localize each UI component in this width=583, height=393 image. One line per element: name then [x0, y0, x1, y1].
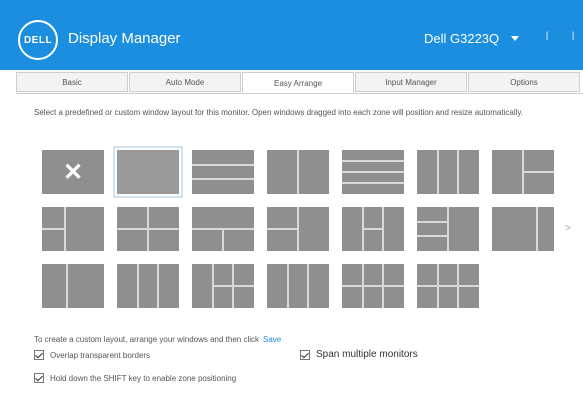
tab-input-manager[interactable]: Input Manager — [355, 72, 467, 92]
layout-rows-4[interactable] — [342, 150, 404, 194]
layout-mixed-b[interactable] — [417, 207, 479, 251]
app-title: Display Manager — [68, 30, 181, 47]
layout-wide-left[interactable] — [492, 207, 554, 251]
tab-basic[interactable]: Basic — [16, 72, 128, 92]
title-bar: DELL Display Manager Dell G3223Q ǀ ǀ — [0, 0, 583, 70]
tab-label: Options — [510, 77, 538, 87]
span-monitors-checkbox[interactable] — [300, 349, 310, 360]
layout-cols-3-b[interactable] — [117, 264, 179, 308]
close-icon: ✕ — [62, 158, 84, 186]
chevron-down-icon — [511, 36, 520, 41]
shift-zone-option[interactable]: Hold down the SHIFT key to enable zone p… — [34, 373, 236, 383]
monitor-name: Dell G3223Q — [424, 31, 500, 46]
save-link[interactable]: Save — [263, 335, 281, 344]
tab-auto-mode[interactable]: Auto Mode — [129, 72, 241, 92]
chevron-right-icon[interactable]: > — [565, 223, 571, 234]
layout-grid-4[interactable] — [267, 264, 329, 308]
span-monitors-option[interactable]: Span multiple monitors — [300, 349, 418, 360]
layout-grid-6[interactable] — [192, 264, 254, 308]
custom-layout-hint: To create a custom layout, arrange your … — [34, 335, 281, 344]
overlap-borders-option[interactable]: Overlap transparent borders — [34, 350, 150, 360]
layout-cols-3[interactable] — [417, 150, 479, 194]
tab-divider — [16, 93, 583, 94]
info-icon[interactable]: ǀ — [542, 30, 552, 42]
layout-cols-2-b[interactable] — [42, 264, 104, 308]
tab-label: Input Manager — [385, 77, 437, 87]
option-label: Overlap transparent borders — [50, 350, 151, 360]
overlap-borders-checkbox[interactable] — [34, 350, 44, 360]
monitor-dropdown[interactable]: Dell G3223Q — [424, 31, 520, 46]
dell-logo: DELL — [18, 20, 58, 60]
layout-grid-6b[interactable] — [417, 264, 479, 308]
logo-text: DELL — [23, 34, 53, 46]
instructions-text: Select a predefined or custom window lay… — [34, 108, 524, 117]
tab-options[interactable]: Options — [468, 72, 580, 92]
layout-none[interactable]: ✕ — [42, 150, 104, 194]
layout-full[interactable] — [113, 146, 183, 198]
layout-col-plus-rows[interactable] — [492, 150, 554, 194]
layout-mixed-a[interactable] — [342, 207, 404, 251]
shift-zone-checkbox[interactable] — [34, 373, 44, 383]
close-icon[interactable]: ǀ — [568, 30, 578, 42]
tab-label: Easy Arrange — [273, 78, 323, 88]
tab-label: Auto Mode — [165, 77, 205, 87]
tab-easy-arrange[interactable]: Easy Arrange — [242, 72, 354, 94]
hint-text: To create a custom layout, arrange your … — [34, 335, 260, 344]
layout-quad-left[interactable] — [42, 207, 104, 251]
tab-label: Basic — [62, 77, 82, 87]
layout-quad[interactable] — [117, 207, 179, 251]
layout-top-split-bottom[interactable] — [192, 207, 254, 251]
tab-bar: Basic Auto Mode Easy Arrange Input Manag… — [16, 72, 583, 94]
option-label: Span multiple monitors — [316, 349, 418, 360]
layout-grid-5[interactable] — [342, 264, 404, 308]
layout-left-split[interactable] — [267, 207, 329, 251]
option-label: Hold down the SHIFT key to enable zone p… — [50, 373, 237, 383]
layout-rows-2-top[interactable] — [192, 150, 254, 194]
layout-cols-2[interactable] — [267, 150, 329, 194]
